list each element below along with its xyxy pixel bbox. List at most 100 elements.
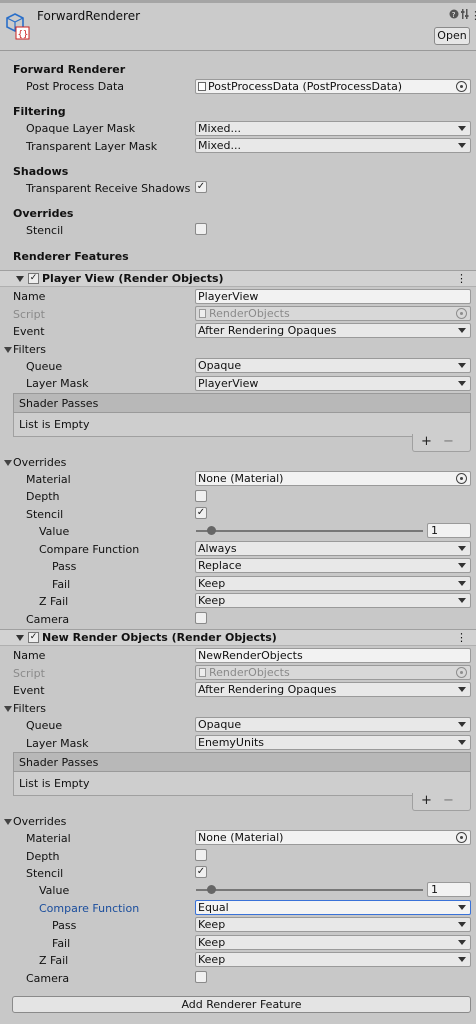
fail-value: Keep	[198, 936, 226, 949]
zfail-value: Keep	[198, 594, 226, 607]
queue-dropdown[interactable]: Opaque	[195, 358, 471, 373]
layer-mask-dropdown[interactable]: PlayerView	[195, 376, 471, 391]
pass-dropdown[interactable]: Replace	[195, 558, 471, 573]
plus-icon[interactable]: +	[421, 434, 432, 449]
receive-shadows-label: Transparent Receive Shadows	[26, 182, 191, 195]
camera-checkbox[interactable]	[195, 971, 207, 983]
layer-mask-label: Layer Mask	[26, 737, 89, 750]
compare-function-dropdown[interactable]: Always	[195, 541, 471, 556]
post-process-value: PostProcessData (PostProcessData)	[208, 80, 403, 93]
material-field[interactable]: None (Material)	[195, 830, 471, 845]
event-dropdown[interactable]: After Rendering Opaques	[195, 323, 471, 338]
overrides-foldout[interactable]: Overrides	[13, 815, 66, 828]
zfail-dropdown[interactable]: Keep	[195, 952, 471, 967]
help-icon[interactable]: ?	[449, 9, 459, 22]
value-slider[interactable]	[196, 530, 423, 532]
sliders-icon[interactable]	[461, 9, 469, 22]
foldout-arrow-icon[interactable]	[4, 819, 12, 825]
slider-handle[interactable]	[207, 885, 217, 894]
depth-checkbox[interactable]	[195, 849, 207, 861]
post-process-field[interactable]: PostProcessData (PostProcessData)	[195, 79, 471, 94]
chevron-down-icon	[458, 940, 466, 945]
name-field[interactable]: PlayerView	[195, 289, 471, 304]
stencil-label: Stencil	[26, 867, 64, 880]
shader-passes-header[interactable]: Shader Passes	[13, 393, 471, 413]
minus-icon[interactable]: −	[443, 793, 454, 808]
pass-value: Keep	[198, 918, 226, 931]
value-number-field[interactable]: 1	[427, 882, 471, 897]
foldout-arrow-icon[interactable]	[16, 635, 24, 641]
compare-function-label: Compare Function	[39, 543, 140, 556]
feature-title: New Render Objects (Render Objects)	[42, 631, 277, 644]
value-slider[interactable]	[196, 889, 423, 891]
foldout-arrow-icon[interactable]	[4, 347, 12, 353]
stencil-checkbox[interactable]: ✓	[195, 866, 207, 878]
section-overrides: Overrides	[13, 207, 74, 220]
feature-enabled-checkbox[interactable]: ✓	[28, 273, 39, 284]
queue-dropdown[interactable]: Opaque	[195, 717, 471, 732]
filters-foldout[interactable]: Filters	[13, 343, 46, 356]
zfail-dropdown[interactable]: Keep	[195, 593, 471, 608]
list-empty-text: List is Empty	[19, 777, 90, 790]
foldout-arrow-icon[interactable]	[4, 706, 12, 712]
transparent-layer-mask-value: Mixed...	[198, 139, 241, 152]
add-renderer-feature-button[interactable]: Add Renderer Feature	[12, 996, 471, 1013]
feature-header[interactable]: ✓ New Render Objects (Render Objects) ⋮	[0, 629, 476, 646]
material-field[interactable]: None (Material)	[195, 471, 471, 486]
kebab-icon[interactable]: ⋮	[456, 272, 467, 285]
shader-passes-header[interactable]: Shader Passes	[13, 752, 471, 772]
stencil-checkbox[interactable]: ✓	[195, 507, 207, 519]
plus-icon[interactable]: +	[421, 793, 432, 808]
slider-handle[interactable]	[207, 526, 217, 535]
shader-passes-list: List is Empty	[13, 413, 471, 437]
list-add-remove: + −	[412, 793, 471, 811]
minus-icon[interactable]: −	[443, 434, 454, 449]
foldout-arrow-icon[interactable]	[16, 276, 24, 282]
opaque-layer-mask-value: Mixed...	[198, 122, 241, 135]
chevron-down-icon	[458, 363, 466, 368]
object-picker-icon[interactable]	[456, 832, 467, 843]
post-process-label: Post Process Data	[26, 80, 125, 93]
name-label: Name	[13, 290, 46, 303]
depth-checkbox[interactable]	[195, 490, 207, 502]
filters-foldout[interactable]: Filters	[13, 702, 46, 715]
foldout-arrow-icon[interactable]	[4, 460, 12, 466]
material-label: Material	[26, 832, 71, 845]
svg-text:?: ?	[452, 11, 456, 19]
kebab-icon[interactable]: ⋮	[470, 9, 476, 22]
camera-checkbox[interactable]	[195, 612, 207, 624]
opaque-layer-mask-label: Opaque Layer Mask	[26, 122, 136, 135]
layer-mask-value: EnemyUnits	[198, 736, 265, 749]
script-file-icon	[199, 309, 206, 318]
feature-header[interactable]: ✓ Player View (Render Objects) ⋮	[0, 270, 476, 287]
pass-label: Pass	[52, 560, 77, 573]
compare-function-dropdown[interactable]: Equal	[195, 900, 471, 915]
fail-dropdown[interactable]: Keep	[195, 576, 471, 591]
overrides-foldout[interactable]: Overrides	[13, 456, 66, 469]
open-button[interactable]: Open	[434, 27, 470, 45]
fail-value: Keep	[198, 577, 226, 590]
transparent-layer-mask-dropdown[interactable]: Mixed...	[195, 138, 471, 153]
pass-dropdown[interactable]: Keep	[195, 917, 471, 932]
feature-enabled-checkbox[interactable]: ✓	[28, 632, 39, 643]
opaque-layer-mask-dropdown[interactable]: Mixed...	[195, 121, 471, 136]
stencil-checkbox[interactable]	[195, 223, 207, 235]
name-field[interactable]: NewRenderObjects	[195, 648, 471, 663]
event-dropdown[interactable]: After Rendering Opaques	[195, 682, 471, 697]
receive-shadows-checkbox[interactable]: ✓	[195, 181, 207, 193]
compare-function-value: Equal	[198, 901, 229, 914]
asset-title: ForwardRenderer	[37, 9, 141, 23]
kebab-icon[interactable]: ⋮	[456, 631, 467, 644]
value-number-field[interactable]: 1	[427, 523, 471, 538]
compare-function-label: Compare Function	[39, 902, 140, 915]
chevron-down-icon	[458, 905, 466, 910]
object-picker-icon[interactable]	[456, 473, 467, 484]
layer-mask-dropdown[interactable]: EnemyUnits	[195, 735, 471, 750]
section-renderer-features: Renderer Features	[13, 250, 129, 263]
object-picker-icon[interactable]	[456, 81, 467, 92]
fail-dropdown[interactable]: Keep	[195, 935, 471, 950]
material-value: None (Material)	[198, 831, 284, 844]
queue-value: Opaque	[198, 359, 242, 372]
layer-mask-value: PlayerView	[198, 377, 259, 390]
fail-label: Fail	[52, 937, 71, 950]
